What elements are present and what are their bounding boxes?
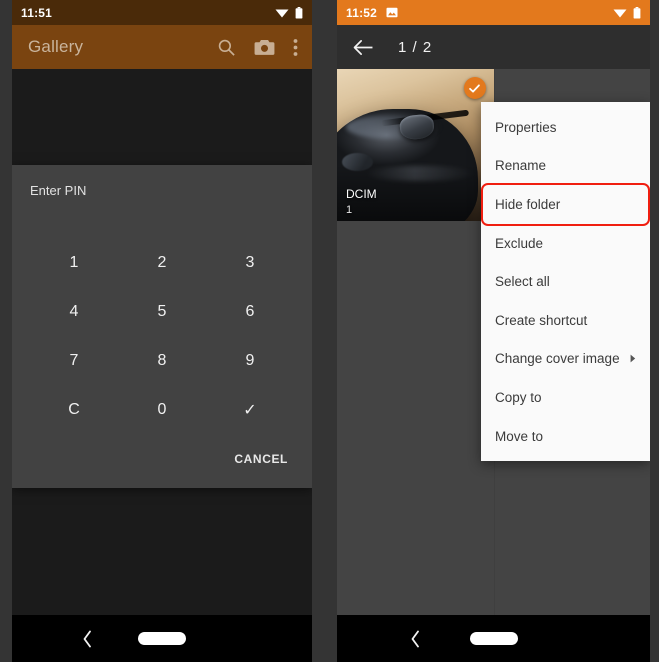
pin-key-2[interactable]: 2 xyxy=(118,238,206,287)
left-content-area: Enter PIN 1 2 3 4 5 6 7 8 9 C 0 ✓ CANCEL xyxy=(12,69,312,615)
left-phone-screen: 11:51 Gallery Enter PIN 1 2 3 4 5 6 7 8 9 C 0 ✓ CAN… xyxy=(12,0,312,662)
left-toolbar: Gallery xyxy=(12,25,312,69)
pin-key-8[interactable]: 8 xyxy=(118,336,206,385)
checkmark-glyph xyxy=(469,83,480,93)
wifi-icon xyxy=(275,9,289,18)
status-icons xyxy=(613,6,641,19)
pin-keypad[interactable]: 1 2 3 4 5 6 7 8 9 C 0 ✓ xyxy=(30,238,294,434)
nav-home-button[interactable] xyxy=(138,632,186,645)
pin-key-clear[interactable]: C xyxy=(30,385,118,434)
right-phone-screen: 11:52 1 / 2 DCIM 1 Properties Rename Hid… xyxy=(337,0,650,662)
menu-item-rename[interactable]: Rename xyxy=(481,147,650,186)
status-icons xyxy=(275,6,303,19)
left-status-bar: 11:51 xyxy=(12,0,312,25)
menu-item-properties[interactable]: Properties xyxy=(481,108,650,147)
search-icon[interactable] xyxy=(217,38,236,57)
cancel-button[interactable]: CANCEL xyxy=(234,452,288,466)
back-chevron-icon xyxy=(83,630,91,647)
back-arrow-icon[interactable] xyxy=(353,39,374,56)
menu-item-label: Change cover image xyxy=(495,351,620,367)
check-circle-icon[interactable] xyxy=(463,77,486,99)
image-notification-icon xyxy=(386,7,398,18)
overflow-menu-icon[interactable] xyxy=(293,38,298,57)
nav-home-button[interactable] xyxy=(469,632,518,645)
menu-item-move-to[interactable]: Move to xyxy=(481,417,650,456)
folder-name: DCIM xyxy=(346,187,377,201)
menu-item-hide-folder[interactable]: Hide folder xyxy=(481,183,650,226)
page-title: Gallery xyxy=(28,37,84,56)
pin-key-confirm[interactable]: ✓ xyxy=(206,385,294,434)
folder-item-count: 1 xyxy=(346,204,353,216)
submenu-arrow-icon xyxy=(630,354,636,363)
pin-key-5[interactable]: 5 xyxy=(118,287,206,336)
screenshot-stage: 11:51 Gallery Enter PIN 1 2 3 4 5 6 7 8 9 C 0 ✓ CAN… xyxy=(0,0,659,662)
pin-key-4[interactable]: 4 xyxy=(30,287,118,336)
toolbar-actions xyxy=(217,38,304,57)
folder-context-menu[interactable]: Properties Rename Hide folder Exclude Select… xyxy=(481,102,650,462)
menu-item-exclude[interactable]: Exclude xyxy=(481,224,650,263)
battery-icon xyxy=(633,6,641,18)
menu-item-label: Rename xyxy=(495,158,547,174)
menu-item-label: Select all xyxy=(495,274,550,290)
menu-item-label: Properties xyxy=(495,119,557,135)
menu-item-create-shortcut[interactable]: Create shortcut xyxy=(481,301,650,340)
pin-key-3[interactable]: 3 xyxy=(206,238,294,287)
pin-key-0[interactable]: 0 xyxy=(118,385,206,434)
status-time: 11:52 xyxy=(346,5,378,20)
menu-item-label: Create shortcut xyxy=(495,312,588,328)
dialog-title: Enter PIN xyxy=(30,183,87,198)
right-status-bar: 11:52 xyxy=(337,0,650,25)
right-toolbar: 1 / 2 xyxy=(337,25,650,69)
folder-tile-dcim[interactable]: DCIM 1 xyxy=(337,69,494,221)
battery-icon xyxy=(295,6,303,18)
menu-item-label: Move to xyxy=(495,428,544,444)
menu-item-change-cover-image[interactable]: Change cover image xyxy=(481,340,650,379)
left-nav-bar xyxy=(12,615,312,662)
menu-item-list[interactable]: Properties Rename Hide folder Exclude Select… xyxy=(481,108,650,455)
menu-item-label: Copy to xyxy=(495,389,542,405)
status-time: 11:51 xyxy=(21,5,53,20)
wifi-icon xyxy=(613,9,627,18)
enter-pin-dialog: Enter PIN 1 2 3 4 5 6 7 8 9 C 0 ✓ CANCEL xyxy=(12,165,312,488)
dialog-actions: CANCEL xyxy=(30,434,294,478)
menu-item-copy-to[interactable]: Copy to xyxy=(481,378,650,417)
menu-item-label: Exclude xyxy=(495,235,544,251)
pin-key-7[interactable]: 7 xyxy=(30,336,118,385)
pin-key-1[interactable]: 1 xyxy=(30,238,118,287)
menu-item-select-all[interactable]: Select all xyxy=(481,262,650,301)
right-content-area: DCIM 1 Properties Rename Hide folder Exclud… xyxy=(337,69,650,615)
camera-icon[interactable] xyxy=(254,38,275,57)
right-nav-bar xyxy=(337,615,650,662)
pin-key-6[interactable]: 6 xyxy=(206,287,294,336)
pin-key-9[interactable]: 9 xyxy=(206,336,294,385)
menu-item-label: Hide folder xyxy=(495,196,561,212)
selection-count: 1 / 2 xyxy=(398,38,433,56)
back-chevron-icon xyxy=(411,630,419,647)
